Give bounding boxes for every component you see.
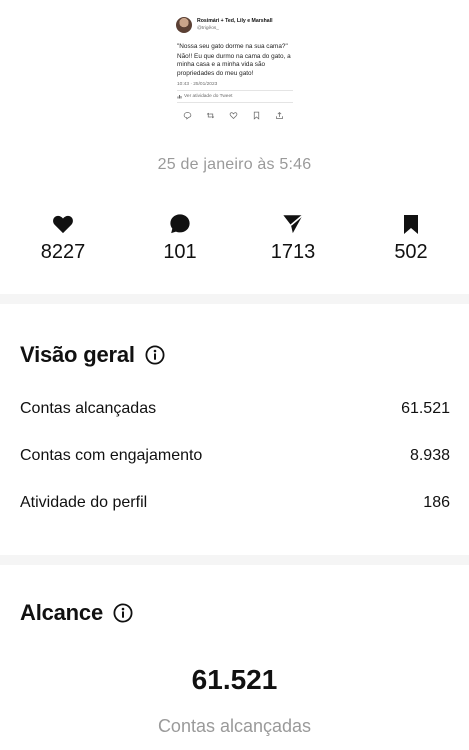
section-divider: [0, 555, 469, 565]
tweet-handle: @trigêos_: [197, 26, 219, 31]
tweet-header: Rosimári + Ted, Lily e Marshall @trigêos…: [168, 14, 298, 36]
reach-title: Alcance: [20, 600, 103, 625]
like-icon: [229, 107, 238, 119]
tweet-timestamp: 10:43 · 25/01/2023: [177, 81, 218, 87]
reach-value: 61.521: [191, 664, 278, 695]
metric-label: Atividade do perfil: [20, 494, 148, 511]
tweet-line: Não!! Eu que durmo na cama do gato, a mi…: [177, 53, 291, 77]
metric-value: 186: [423, 494, 450, 511]
tweet-body: "Nossa seu gato dorme na sua cama?" Não!…: [177, 43, 299, 78]
bookmark-icon: [252, 107, 261, 120]
metric-row-profile-activity[interactable]: Atividade do perfil 186: [20, 494, 450, 512]
share-icon: [275, 107, 284, 119]
metric-row-accounts-engaged[interactable]: Contas com engajamento 8.938: [20, 447, 450, 465]
metric-value: 8.938: [409, 447, 450, 464]
overview-title: Visão geral: [20, 342, 135, 367]
bookmark-icon: [366, 212, 456, 236]
heart-icon: [18, 212, 108, 236]
chart-icon: [177, 94, 182, 99]
comments-count: 101: [163, 241, 197, 263]
post-date: 25 de janeiro às 5:46: [157, 156, 312, 173]
metric-row-accounts-reached[interactable]: Contas alcançadas 61.521: [20, 400, 450, 418]
likes-count: 8227: [40, 241, 86, 263]
metric-label: Contas alcançadas: [20, 400, 157, 417]
reach-label: Contas alcançadas: [157, 716, 312, 736]
tweet-divider: [177, 101, 293, 103]
send-icon: [248, 212, 338, 236]
tweet-author-name: Rosimári + Ted, Lily e Marshall: [197, 18, 273, 24]
saves-stat: 502: [366, 212, 456, 264]
retweet-icon: [206, 107, 215, 119]
shares-stat: 1713: [248, 212, 338, 264]
reach-heading: Alcance: [20, 600, 133, 626]
likes-stat: 8227: [18, 212, 108, 264]
info-icon[interactable]: [145, 345, 165, 365]
tweet-divider: [177, 89, 293, 91]
tweet-actions: [183, 107, 298, 120]
tweet-line: "Nossa seu gato dorme na sua cama?": [177, 43, 288, 50]
saves-count: 502: [394, 241, 428, 263]
tweet-activity-link: Ver atividade do Tweet: [177, 94, 298, 99]
overview-heading: Visão geral: [20, 342, 165, 368]
metric-value: 61.521: [401, 400, 450, 417]
tweet-embed: Rosimári + Ted, Lily e Marshall @trigêos…: [168, 14, 298, 138]
tweet-avatar: [176, 17, 192, 33]
comments-stat: 101: [135, 212, 225, 264]
shares-count: 1713: [270, 241, 316, 263]
reply-icon: [183, 107, 192, 120]
info-icon[interactable]: [113, 603, 133, 623]
section-divider: [0, 294, 469, 304]
comment-bubble-icon: [135, 212, 225, 236]
metric-label: Contas com engajamento: [20, 447, 203, 464]
